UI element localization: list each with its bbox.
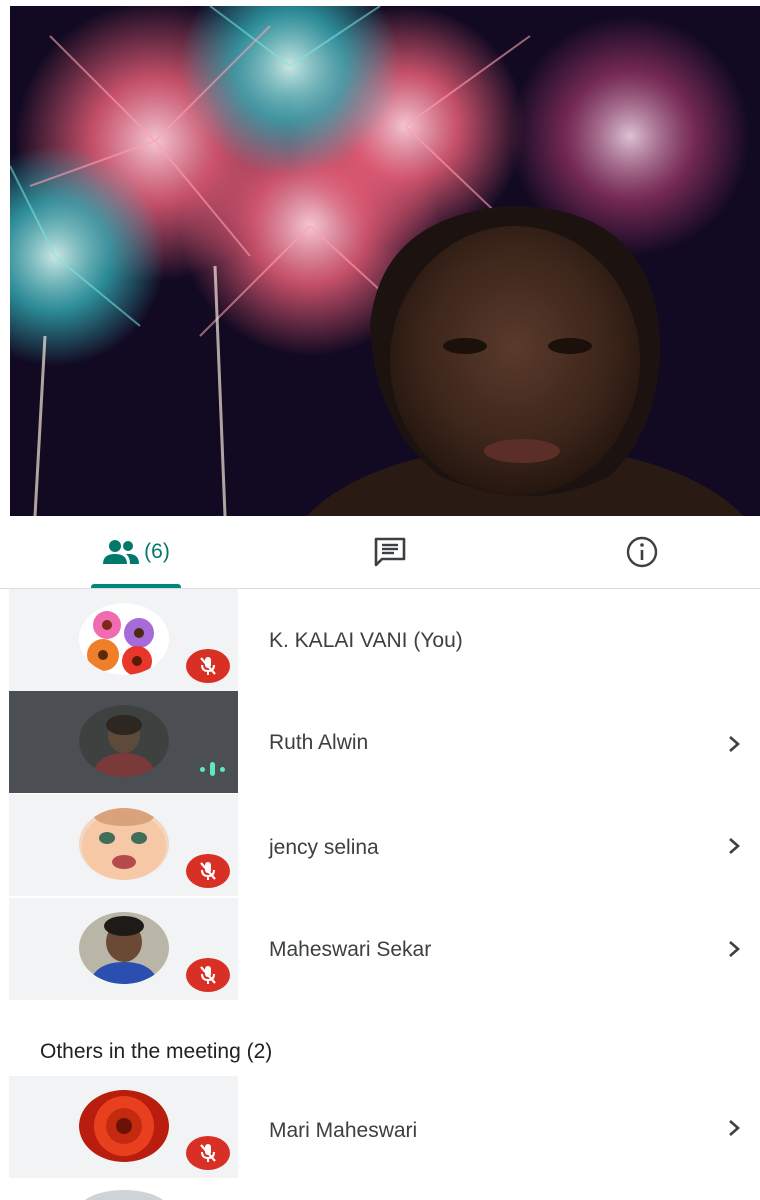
chevron-right-icon[interactable] <box>722 832 746 860</box>
participant-name[interactable]: K. KALAI VANI (You) <box>269 627 463 655</box>
mic-off-badge <box>186 854 230 888</box>
mic-off-icon <box>200 657 216 675</box>
participant-name[interactable]: jency selina <box>269 834 379 862</box>
active-tab-indicator <box>91 584 181 588</box>
participant-tile <box>9 589 238 691</box>
participant-name[interactable]: Maheswari Sekar <box>269 936 431 964</box>
flowers-avatar <box>79 603 169 675</box>
participant-tile <box>9 691 238 793</box>
chevron-right-icon[interactable] <box>722 935 746 963</box>
mic-off-icon <box>200 1144 216 1162</box>
panel-tab-bar: (6) <box>0 516 760 589</box>
people-icon <box>103 540 140 564</box>
mic-off-icon <box>200 966 216 984</box>
video-background <box>10 6 760 516</box>
mic-off-badge <box>186 1136 230 1170</box>
participant-tile <box>9 1076 238 1178</box>
baby-avatar <box>79 808 169 880</box>
boy-avatar <box>79 912 169 984</box>
info-icon <box>626 536 658 568</box>
mic-off-badge <box>186 649 230 683</box>
people-count: (6) <box>144 540 170 563</box>
tab-chat[interactable] <box>316 516 464 588</box>
video-feed[interactable] <box>10 6 760 516</box>
participant-tile <box>9 898 238 1000</box>
participant-name[interactable]: Mari Maheswari <box>269 1117 417 1145</box>
chat-icon <box>374 537 406 567</box>
chevron-right-icon[interactable] <box>722 1114 746 1142</box>
mic-off-badge <box>186 958 230 992</box>
participant-tile <box>9 794 238 896</box>
red-flower-avatar <box>79 1090 169 1162</box>
chevron-right-icon[interactable] <box>722 730 746 758</box>
meeting-screen: (6) K. KALAI VANI (You) Ruth Alwin jency… <box>0 0 760 1200</box>
mic-off-icon <box>200 862 216 880</box>
tab-people[interactable]: (6) <box>62 516 210 588</box>
tab-info[interactable] <box>568 516 716 588</box>
participant-name[interactable]: Ruth Alwin <box>269 729 368 757</box>
speaking-indicator <box>192 759 232 779</box>
others-section-title: Others in the meeting (2) <box>40 1040 273 1063</box>
next-participant-avatar <box>79 1190 169 1200</box>
photo-avatar <box>79 705 169 777</box>
